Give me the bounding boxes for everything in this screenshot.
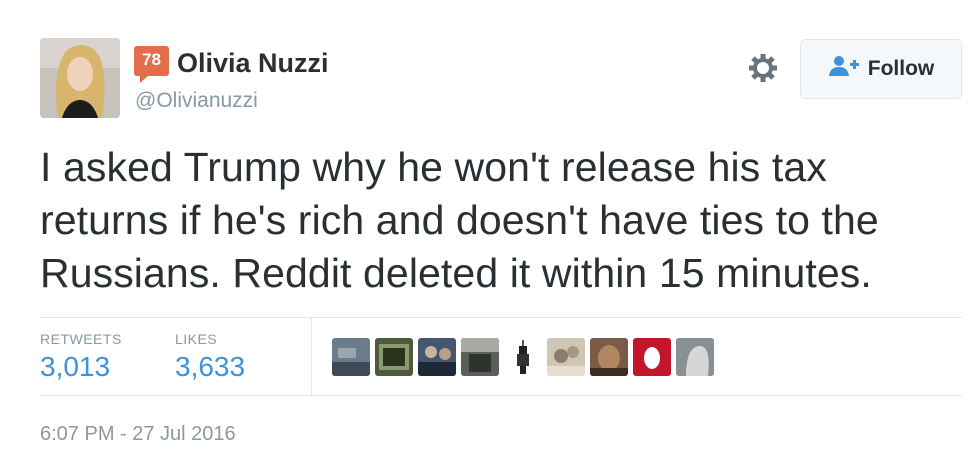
stats-divider-bottom xyxy=(40,395,962,396)
tweet-timestamp[interactable]: 6:07 PM - 27 Jul 2016 xyxy=(40,423,236,446)
follow-label: Follow xyxy=(867,57,935,80)
likes-count[interactable]: 3,633 xyxy=(175,351,245,383)
liker-avatar[interactable] xyxy=(504,338,542,376)
score-badge: 78 xyxy=(134,46,169,83)
retweets-label: RETWEETS xyxy=(40,331,122,347)
liker-avatar[interactable] xyxy=(332,338,370,376)
likers-avatars xyxy=(332,338,714,376)
tweet-text: I asked Trump why he won't release his t… xyxy=(40,144,879,296)
liker-avatar[interactable] xyxy=(676,338,714,376)
add-user-icon xyxy=(828,54,860,84)
likes-label: LIKES xyxy=(175,331,218,347)
display-name[interactable]: Olivia Nuzzi xyxy=(177,48,329,79)
retweets-count[interactable]: 3,013 xyxy=(40,351,110,383)
follow-button[interactable]: Follow xyxy=(800,39,962,99)
profile-avatar[interactable] xyxy=(40,38,120,118)
gear-icon[interactable] xyxy=(746,51,780,85)
user-handle[interactable]: @Olivianuzzi xyxy=(135,89,258,113)
liker-avatar[interactable] xyxy=(590,338,628,376)
liker-avatar[interactable] xyxy=(375,338,413,376)
liker-avatar[interactable] xyxy=(547,338,585,376)
stats-divider-vertical xyxy=(311,317,312,395)
liker-avatar[interactable] xyxy=(418,338,456,376)
liker-avatar[interactable] xyxy=(461,338,499,376)
liker-avatar[interactable] xyxy=(633,338,671,376)
stats-divider-top xyxy=(40,317,962,318)
